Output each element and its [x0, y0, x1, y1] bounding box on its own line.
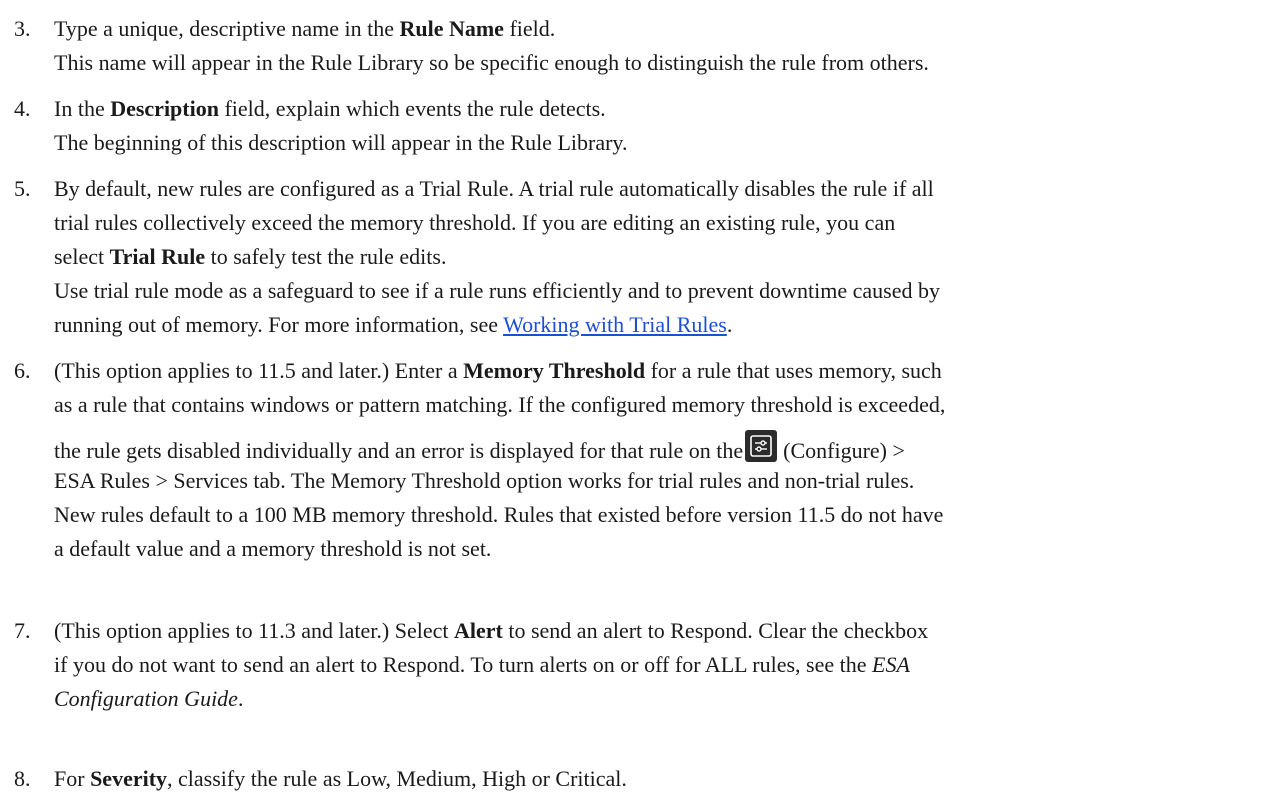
step-number: 6.: [14, 358, 31, 383]
step-text: New rules default to a 100 MB memory thr…: [54, 502, 944, 527]
ui-term: Alert: [454, 618, 503, 643]
step-text: select Trial Rule to safely test the rul…: [54, 244, 447, 269]
step-text: By default, new rules are configured as …: [54, 176, 934, 201]
step-text: the rule gets disabled individually and …: [54, 430, 1253, 464]
step-text: Type a unique, descriptive name in the R…: [54, 16, 556, 41]
step-note: running out of memory. For more informat…: [54, 312, 733, 337]
configure-icon: [745, 430, 778, 462]
step-text: (This option applies to 11.5 and later.)…: [54, 358, 942, 383]
step-text: For Severity, classify the rule as Low, …: [54, 766, 627, 791]
guide-reference: ESA: [872, 652, 910, 677]
step-note: The beginning of this description will a…: [54, 130, 628, 155]
ui-term: Trial Rule: [109, 244, 206, 269]
ui-term: Description: [110, 96, 219, 121]
step-number: 7.: [14, 618, 31, 643]
ui-term: Severity: [90, 766, 168, 791]
step-text: (This option applies to 11.3 and later.)…: [54, 618, 929, 643]
ui-term: Rule Name: [399, 16, 504, 41]
ui-term: Memory Threshold: [463, 358, 646, 383]
step-text: a default value and a memory threshold i…: [54, 536, 492, 561]
step-text: In the Description field, explain which …: [54, 96, 606, 121]
step-text: if you do not want to send an alert to R…: [54, 652, 910, 677]
step-number: 3.: [14, 16, 31, 41]
step-number: 4.: [14, 96, 31, 121]
step-text: ESA Rules > Services tab. The Memory Thr…: [54, 468, 915, 493]
step-number: 5.: [14, 176, 31, 201]
working-with-trial-rules-link[interactable]: Working with Trial Rules: [503, 312, 727, 337]
step-note: Use trial rule mode as a safeguard to se…: [54, 278, 941, 303]
step-note: This name will appear in the Rule Librar…: [54, 50, 929, 75]
step-text: Configuration Guide.: [54, 686, 244, 711]
step-text: trial rules collectively exceed the memo…: [54, 210, 896, 235]
guide-reference: Configuration Guide: [54, 686, 238, 711]
step-number: 8.: [14, 766, 31, 791]
step-text: as a rule that contains windows or patte…: [54, 392, 946, 417]
